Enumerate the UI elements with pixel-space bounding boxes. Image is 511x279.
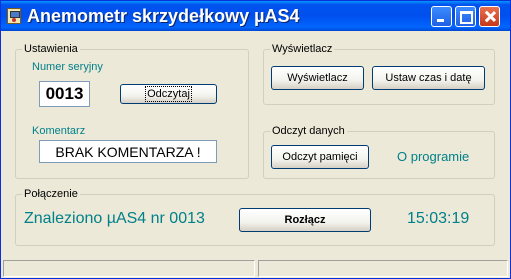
- about-link[interactable]: O programie: [397, 149, 469, 164]
- comment-field[interactable]: BRAK KOMENTARZA !: [39, 140, 217, 163]
- comment-label: Komentarz: [32, 125, 86, 137]
- minimize-button[interactable]: [431, 6, 452, 27]
- read-button[interactable]: Odczytaj: [120, 84, 217, 104]
- maximize-button[interactable]: [455, 6, 476, 27]
- set-time-button[interactable]: Ustaw czas i datę: [372, 66, 485, 90]
- status-pane-right: [258, 260, 508, 277]
- disconnect-button[interactable]: Rozłącz: [239, 208, 371, 232]
- status-pane-left: [3, 260, 255, 277]
- connection-group: Połączenie Znaleziono µAS4 nr 0013 Rozłą…: [15, 188, 495, 246]
- serial-number-field[interactable]: 0013: [39, 81, 90, 107]
- read-button-label: Odczytaj: [145, 86, 192, 102]
- connection-status: Znaleziono µAS4 nr 0013: [24, 210, 205, 227]
- display-group: Wyświetlacz Wyświetlacz Ustaw czas i dat…: [263, 43, 495, 105]
- app-window: Anemometr skrzydełkowy µAS4 Ustawienia N…: [0, 0, 511, 279]
- close-button[interactable]: [479, 6, 500, 27]
- display-button[interactable]: Wyświetlacz: [271, 66, 364, 90]
- connection-legend: Połączenie: [22, 188, 80, 200]
- data-read-group: Odczyt danych Odczyt pamięci O programie: [263, 125, 495, 179]
- status-bar: [1, 258, 510, 278]
- window-title: Anemometr skrzydełkowy µAS4: [27, 6, 300, 26]
- title-bar[interactable]: Anemometr skrzydełkowy µAS4: [1, 1, 510, 31]
- display-legend: Wyświetlacz: [270, 43, 335, 55]
- serial-number-label: Numer seryjny: [32, 61, 103, 73]
- disconnect-button-label: Rozłącz: [284, 214, 326, 226]
- data-read-legend: Odczyt danych: [270, 125, 347, 137]
- settings-legend: Ustawienia: [22, 43, 80, 55]
- set-time-button-label: Ustaw czas i datę: [385, 72, 472, 84]
- app-icon[interactable]: [7, 8, 21, 24]
- display-button-label: Wyświetlacz: [287, 72, 348, 84]
- memory-read-button[interactable]: Odczyt pamięci: [271, 145, 369, 169]
- clock-display: 15:03:19: [407, 210, 470, 227]
- settings-group: Ustawienia Numer seryjny 0013 Odczytaj K…: [15, 43, 249, 179]
- memory-read-button-label: Odczyt pamięci: [282, 151, 358, 163]
